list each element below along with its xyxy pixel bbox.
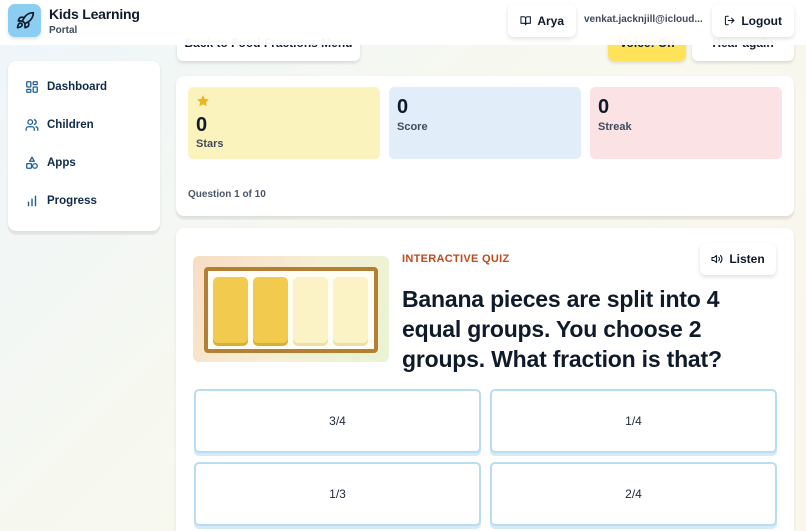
fraction-illustration [193, 256, 389, 362]
listen-label: Listen [729, 252, 765, 266]
app-title: Kids Learning [49, 6, 140, 22]
answer-option[interactable]: 3/4 [194, 389, 481, 453]
dashboard-icon [26, 81, 38, 93]
sidebar: Dashboard Children Apps Progress [8, 61, 160, 231]
users-icon [25, 119, 39, 131]
answer-option[interactable]: 2/4 [490, 462, 777, 526]
rocket-logo-icon[interactable] [8, 4, 41, 37]
sidebar-item-label: Children [47, 119, 94, 131]
stars-value: 0 [196, 114, 208, 136]
listen-button[interactable]: Listen [700, 243, 776, 275]
fraction-tray [204, 267, 378, 353]
stars-stat: 0 Stars [188, 87, 380, 159]
fraction-piece-selected [253, 277, 288, 343]
sidebar-item-apps[interactable]: Apps [8, 148, 160, 178]
answer-option[interactable]: 1/3 [194, 462, 481, 526]
shapes-icon [26, 156, 38, 169]
sidebar-item-progress[interactable]: Progress [8, 186, 160, 216]
fraction-piece-empty [293, 277, 328, 343]
question-text: Banana pieces are split into 4 equal gro… [402, 286, 722, 372]
question-counter: Question 1 of 10 [188, 189, 266, 200]
top-bar: Kids Learning Portal Arya venkat.jacknji… [0, 0, 806, 45]
book-icon [520, 16, 531, 26]
user-email: venkat.jacknjill@icloud... [584, 14, 703, 25]
quiz-tag: INTERACTIVE QUIZ [402, 253, 510, 265]
stats-card: 0 Stars 0 Score 0 Streak Question 1 of 1… [176, 76, 794, 216]
fraction-piece-empty [333, 277, 368, 343]
streak-label: Streak [598, 121, 632, 133]
child-name-label: Arya [537, 13, 564, 28]
streak-value: 0 [598, 96, 610, 118]
score-label: Score [397, 121, 428, 133]
sidebar-item-children[interactable]: Children [8, 110, 160, 140]
speaker-icon [711, 254, 723, 264]
streak-stat: 0 Streak [590, 87, 782, 159]
bar-chart-icon [27, 195, 37, 207]
child-switch-button[interactable]: Arya [508, 4, 576, 37]
sidebar-item-dashboard[interactable]: Dashboard [8, 72, 160, 102]
fraction-piece-selected [213, 277, 248, 343]
quiz-card: INTERACTIVE QUIZ Listen Banana pieces ar… [176, 228, 794, 531]
app-subtitle: Portal [49, 25, 78, 36]
sidebar-item-label: Dashboard [47, 81, 108, 93]
logout-icon [724, 15, 735, 26]
sidebar-item-label: Progress [47, 195, 97, 207]
sidebar-item-label: Apps [47, 157, 76, 169]
score-stat: 0 Score [389, 87, 581, 159]
score-value: 0 [397, 96, 409, 118]
answer-option[interactable]: 1/4 [490, 389, 777, 453]
logout-label: Logout [741, 13, 782, 28]
star-icon [197, 95, 209, 107]
logout-button[interactable]: Logout [712, 4, 794, 37]
stars-label: Stars [196, 138, 224, 150]
